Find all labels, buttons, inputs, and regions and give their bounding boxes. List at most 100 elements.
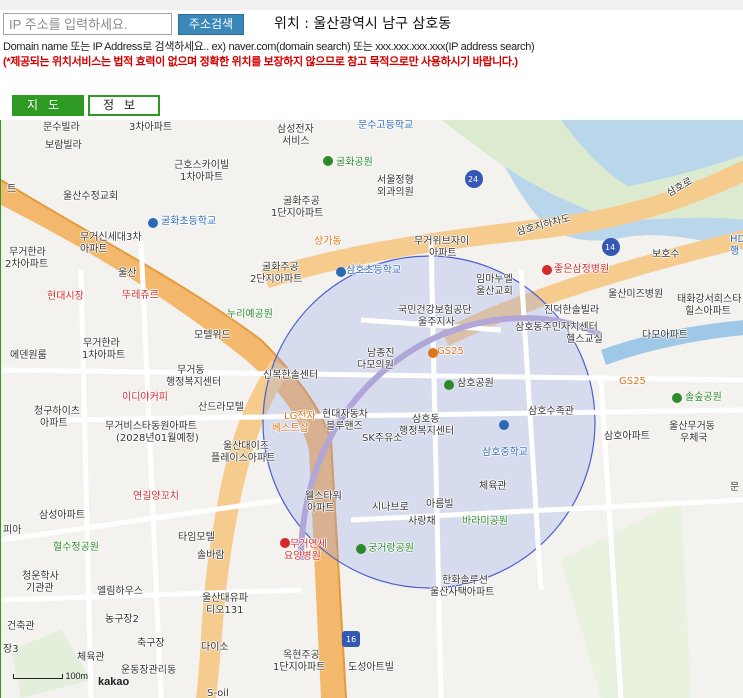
map-label: 웰스타워 [305, 491, 342, 502]
map-label: 삼호공원 [457, 378, 494, 389]
map-label: 울주지사 [418, 317, 455, 328]
school-icon [148, 218, 158, 228]
map-label: 3차아파트 [129, 122, 173, 133]
road-number-14: 14 [605, 243, 616, 252]
map-label: 진덕한솔빌라 [544, 305, 600, 316]
map-label: 서비스 [282, 136, 310, 147]
map-label: 울산수정교회 [63, 191, 119, 202]
map-label: 국민건강보험공단 [398, 305, 472, 316]
map-label: 무거연세 [290, 539, 327, 550]
map-label: 울산대유파 [202, 593, 248, 604]
park-icon [672, 393, 682, 403]
map-label: 체육관 [77, 652, 105, 663]
map-label: 트 [7, 184, 17, 195]
map-label: 건축관 [7, 621, 35, 632]
map-label: 삼호동주민자치센터 [515, 322, 598, 333]
map-label: 피아 [3, 525, 22, 536]
map-label: 장3 [3, 644, 19, 655]
map-label: 1차아파트 [82, 350, 126, 361]
map-label: 혈수정공원 [53, 542, 99, 553]
map-label: 다모아파트 [642, 330, 688, 341]
map-label: SK주유소 [362, 433, 403, 444]
map-label: 삼호초등학교 [346, 265, 402, 276]
tab-info[interactable]: 정보 [88, 95, 160, 116]
school-icon [499, 420, 509, 430]
map-label: 굴화초등학교 [161, 216, 217, 227]
map-label: 우체국 [680, 433, 708, 444]
map-label: 아파트 [80, 244, 108, 255]
map-label: 운동장관리동 [121, 665, 177, 676]
map-label: 울산사택아파트 [430, 587, 495, 598]
map-label: 문수빌라 [43, 122, 80, 133]
map-label: 베스트샵 [272, 423, 309, 434]
park-icon [444, 380, 454, 390]
ip-search-input[interactable] [3, 13, 172, 35]
map-label: 좋은삼정병원 [554, 264, 610, 275]
map-label: 농구장2 [105, 614, 139, 625]
map-label: 티오131 [206, 605, 244, 616]
map-label: 외과의원 [377, 187, 414, 198]
map-label: 타임모텔 [178, 532, 215, 543]
map-label: 아파트 [307, 503, 335, 514]
map-label: 굴화공원 [336, 157, 373, 168]
map-label: 축구장 [137, 638, 165, 649]
map-label: 솔숲공원 [685, 392, 722, 403]
hospital-icon [280, 538, 290, 548]
map-label: 1단지아파트 [273, 662, 326, 673]
map-label: 1차아파트 [180, 172, 224, 183]
map-label: 아름빌 [426, 499, 454, 510]
map-label: GS25 [437, 346, 464, 357]
convenience-store-icon [428, 348, 438, 358]
disclaimer-warning: (*제공되는 위치서비스는 법적 효력이 없으며 정확한 위치를 보장하지 않으… [3, 56, 518, 68]
address-search-button[interactable]: 주소검색 [178, 14, 244, 35]
map-label: 무거위브자이 [414, 236, 470, 247]
location-result: 위치 : 울산광역시 남구 삼호동 [274, 16, 452, 32]
map-label: 삼성아파트 [39, 510, 85, 521]
map-label: LG전자 [284, 411, 316, 422]
map-label: 2차아파트 [5, 259, 49, 270]
map-label: 근호스카이빌 [174, 160, 230, 171]
map-base-layer [1, 120, 743, 698]
map-label: 무거신세대3차 [80, 232, 142, 243]
map-label: 상가동 [314, 236, 342, 247]
map-label: 연길양꼬치 [133, 491, 179, 502]
map-label: 문수고등학교 [358, 120, 414, 131]
map-label: 울산무거동 [669, 421, 715, 432]
map-label: 청구하이츠 [34, 406, 80, 417]
map-label: 무거동 [177, 365, 205, 376]
map-label: S-oil [207, 688, 229, 698]
map-label: 울산미즈병원 [608, 289, 664, 300]
road-number-24: 24 [468, 175, 479, 184]
tab-map[interactable]: 지도 [12, 95, 84, 116]
map-scale-label: 100m [65, 671, 89, 681]
map-label: 플레이스아파트 [211, 453, 276, 464]
map-label: 임마누엘 [476, 274, 513, 285]
map-label: 힐스아파트 [685, 306, 731, 317]
map-label: GS25 [619, 376, 646, 387]
map-label: 삼호수족관 [528, 406, 574, 417]
map-label: 울산교회 [476, 286, 513, 297]
map-view[interactable]: 24 14 16 삼호지하차도 삼호로 문수빌라 3차아파트 삼성전자 서비스 … [0, 120, 743, 698]
map-label: 행정복지센터 [399, 426, 455, 437]
park-icon [323, 156, 333, 166]
road-number-16: 16 [346, 635, 357, 644]
map-label: 보호수 [652, 249, 680, 260]
map-label: 삼성전자 [277, 124, 314, 135]
map-label: 무거비스타동원아파트 [105, 421, 197, 432]
map-label: 모텔위드 [194, 330, 231, 341]
map-label: 무거한라 [83, 338, 120, 349]
map-label: 문 [730, 482, 740, 493]
map-brand-logo: kakao [98, 676, 130, 688]
school-icon [336, 267, 346, 277]
map-label: 에덴원룸 [10, 350, 47, 361]
map-label: 사랑채 [408, 516, 436, 527]
map-label: 이디야커피 [122, 392, 168, 403]
map-label: 태화강서희스타 [677, 294, 742, 305]
map-label: 시나브로 [372, 502, 409, 513]
map-label: 한화솔루션 [442, 575, 488, 586]
map-label: 솔바람 [197, 550, 225, 561]
map-label: HD [730, 234, 743, 245]
map-label: (2028년01월예정) [116, 433, 199, 444]
map-label: 요양병원 [284, 551, 321, 562]
map-label: 기관관 [26, 583, 54, 594]
